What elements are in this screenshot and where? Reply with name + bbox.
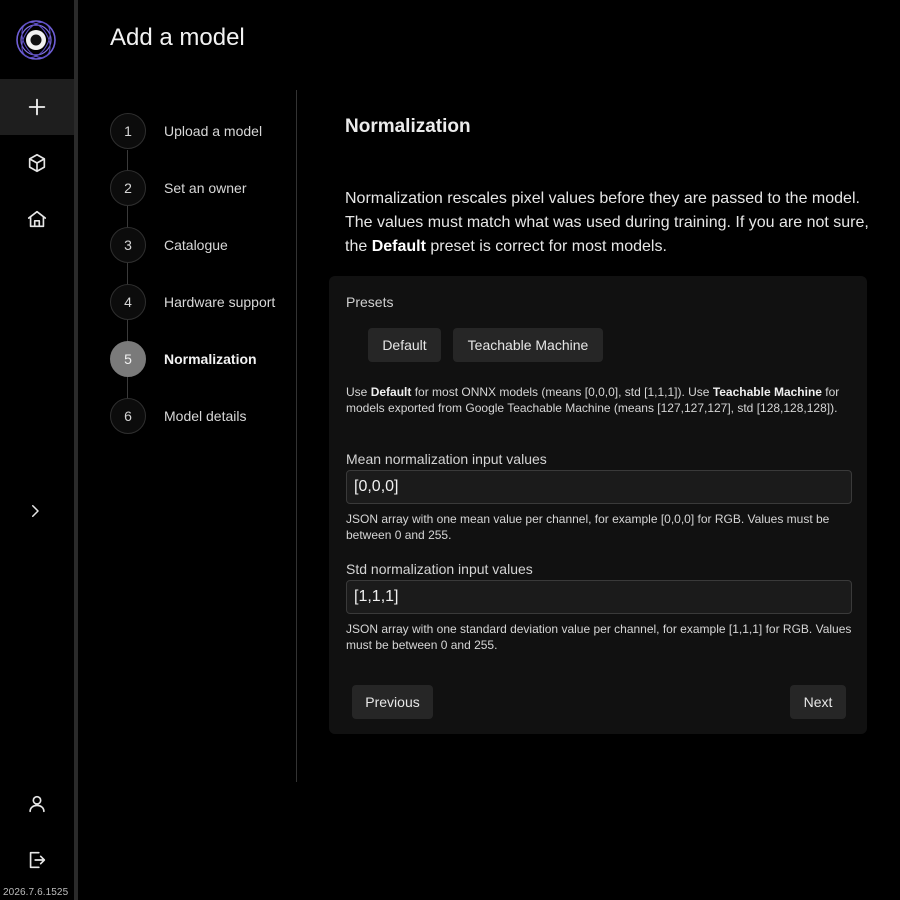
previous-button[interactable]: Previous [352, 685, 433, 719]
step-number: 5 [110, 341, 146, 377]
preset-teachable-machine-button[interactable]: Teachable Machine [453, 328, 603, 362]
section-title: Normalization [345, 116, 471, 137]
preset-default-button[interactable]: Default [368, 328, 441, 362]
step-hardware-support[interactable]: 4 Hardware support [110, 284, 275, 320]
step-label: Model details [164, 408, 247, 424]
app-version: 2026.7.6.1525 [3, 887, 69, 898]
home-icon [27, 210, 47, 228]
step-catalogue[interactable]: 3 Catalogue [110, 227, 228, 263]
mean-field-label: Mean normalization input values [346, 451, 547, 467]
step-label: Set an owner [164, 180, 247, 196]
std-field-label: Std normalization input values [346, 561, 533, 577]
step-label: Hardware support [164, 294, 276, 310]
stepper-divider [296, 90, 297, 782]
nav-home[interactable] [0, 191, 74, 247]
step-number: 3 [110, 227, 146, 263]
step-set-owner[interactable]: 2 Set an owner [110, 170, 247, 206]
nav-add-model[interactable] [0, 79, 74, 135]
mean-input[interactable] [346, 470, 852, 504]
nav-models[interactable] [0, 135, 74, 191]
next-button[interactable]: Next [790, 685, 846, 719]
step-number: 2 [110, 170, 146, 206]
std-input[interactable] [346, 580, 852, 614]
step-normalization[interactable]: 5 Normalization [110, 341, 257, 377]
presets-help-text: Use Default for most ONNX models (means … [346, 385, 840, 415]
plus-icon [28, 98, 46, 116]
step-number: 1 [110, 113, 146, 149]
step-label: Upload a model [164, 123, 263, 139]
step-label: Normalization [164, 351, 257, 367]
app-logo-icon[interactable] [14, 18, 58, 62]
sidebar-expand-button[interactable] [0, 483, 70, 539]
presets-label: Presets [346, 294, 394, 310]
logout-icon [29, 851, 46, 869]
nav-logout[interactable] [0, 832, 74, 888]
sidebar-divider [74, 0, 78, 900]
page-title: Add a model [110, 24, 245, 51]
user-icon [29, 795, 45, 813]
chevron-right-icon [32, 505, 39, 517]
mean-help-text: JSON array with one mean value per chann… [346, 512, 830, 542]
cube-icon [28, 153, 46, 173]
step-upload-model[interactable]: 1 Upload a model [110, 113, 262, 149]
normalization-card: Presets Default Teachable Machine Use De… [329, 276, 867, 734]
intro-text: Normalization rescales pixel values befo… [345, 190, 869, 255]
sidebar: 2026.7.6.1525 [0, 0, 74, 900]
std-help-text: JSON array with one standard deviation v… [346, 622, 852, 652]
step-label: Catalogue [164, 237, 228, 253]
step-number: 4 [110, 284, 146, 320]
nav-account[interactable] [0, 776, 74, 832]
step-number: 6 [110, 398, 146, 434]
step-model-details[interactable]: 6 Model details [110, 398, 247, 434]
